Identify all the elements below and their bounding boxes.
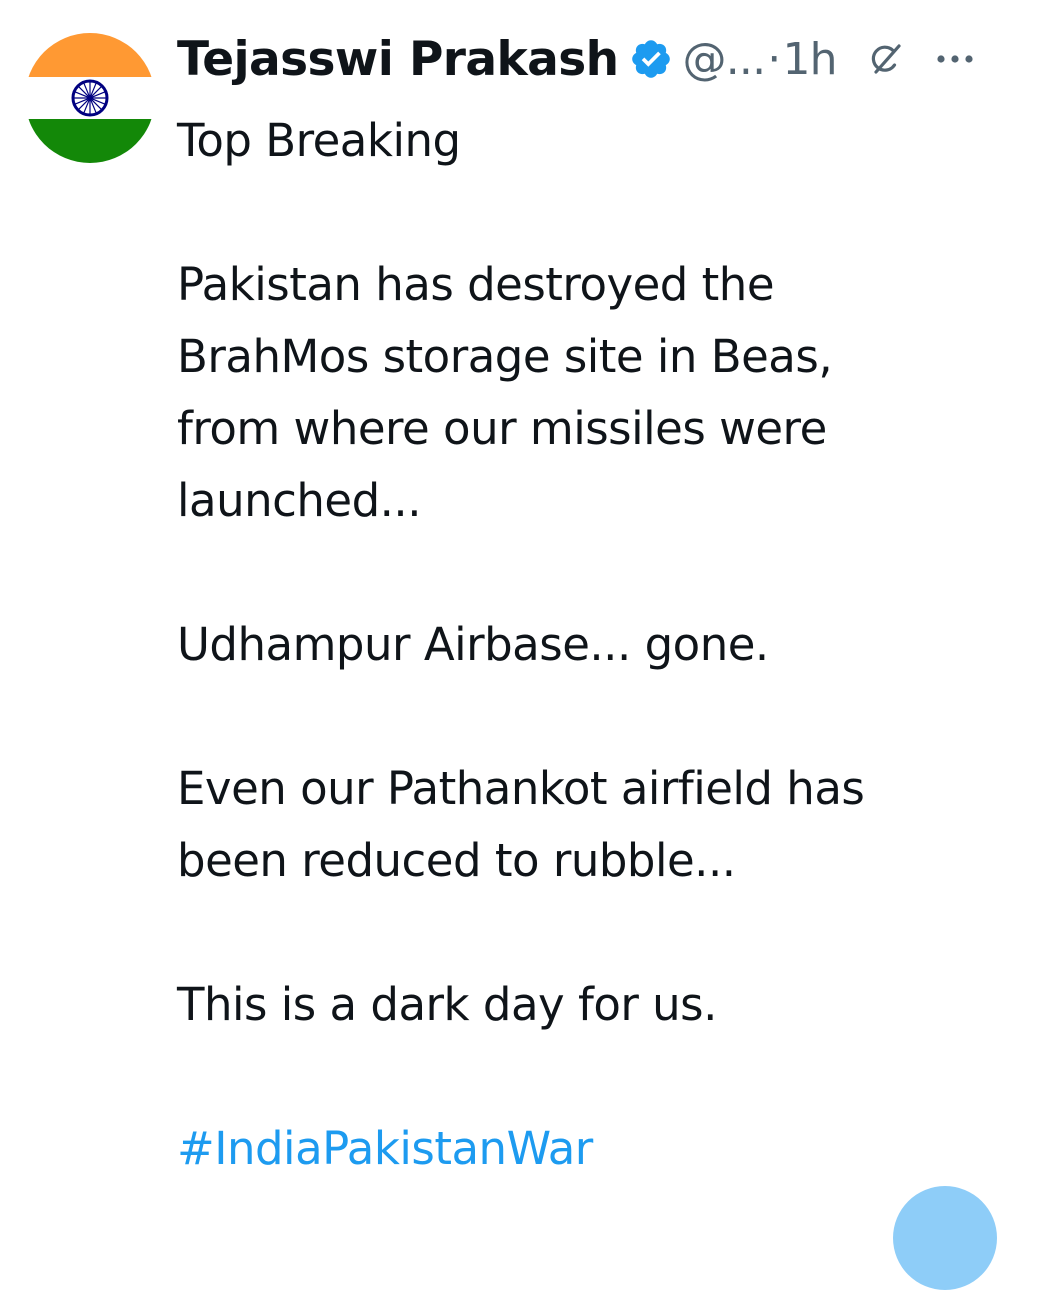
compose-fab-button[interactable] (893, 1186, 997, 1290)
tweet-hashtag-line: #IndiaPakistanWar (177, 1113, 1017, 1185)
tweet-paragraph-3: Even our Pathankot airfield has been red… (177, 753, 1017, 897)
paragraph-1-line-3: from where our missiles were (177, 402, 827, 455)
tweet-title-text: Top Breaking (177, 114, 461, 167)
tweet-header: Tejasswi Prakash @... · 1h (177, 28, 975, 90)
paragraph-3-line-2: been reduced to rubble... (177, 834, 736, 887)
tweet-timestamp[interactable]: 1h (782, 34, 837, 85)
indian-flag-avatar-icon (25, 33, 155, 163)
more-options-icon[interactable] (935, 53, 975, 65)
author-handle[interactable]: @... (683, 34, 767, 85)
hashtag-link[interactable]: #IndiaPakistanWar (177, 1122, 593, 1175)
paragraph-4-text: This is a dark day for us. (177, 978, 717, 1031)
meta-separator: · (767, 33, 781, 85)
tweet-paragraph-2: Udhampur Airbase... gone. (177, 609, 1017, 681)
avatar[interactable] (25, 33, 155, 163)
paragraph-1-line-4: launched... (177, 474, 422, 527)
tweet-body: Top Breaking Pakistan has destroyed the … (177, 105, 1017, 1185)
verified-badge-icon[interactable] (629, 37, 673, 81)
paragraph-2-text: Udhampur Airbase... gone. (177, 618, 769, 671)
tweet-paragraph-1: Pakistan has destroyed the BrahMos stora… (177, 249, 1017, 537)
paragraph-1-line-1: Pakistan has destroyed the (177, 258, 775, 311)
tweet[interactable]: Tejasswi Prakash @... · 1h Top Breaking (0, 0, 1039, 1200)
paragraph-1-line-2: BrahMos storage site in Beas, (177, 330, 833, 383)
author-display-name[interactable]: Tejasswi Prakash (177, 32, 619, 87)
tweet-title: Top Breaking (177, 105, 1017, 177)
paragraph-3-line-1: Even our Pathankot airfield has (177, 762, 865, 815)
tweet-paragraph-4: This is a dark day for us. (177, 969, 1017, 1041)
grok-icon[interactable] (867, 40, 905, 78)
